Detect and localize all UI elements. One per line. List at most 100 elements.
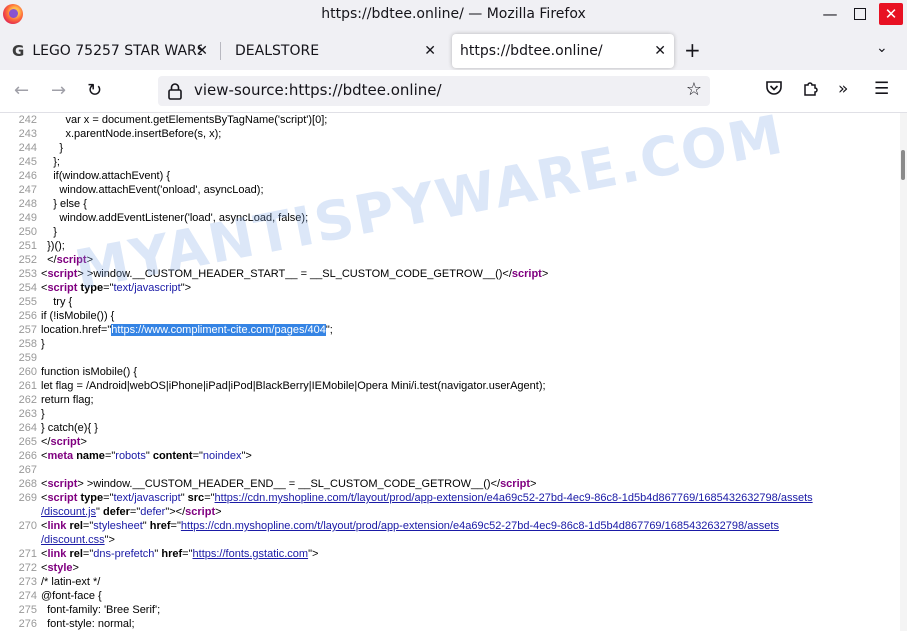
line-number: 261 (18, 380, 37, 392)
source-line: 271 <link rel="dns-prefetch" href="https:… (0, 547, 319, 561)
tag-name: script (47, 492, 78, 504)
source-line: 267 (0, 463, 41, 477)
more-tools-chevrons-icon[interactable]: » (838, 79, 848, 99)
attr-value: stylesheet (93, 520, 143, 532)
list-all-tabs-chevron-icon[interactable]: ⌄ (876, 40, 888, 56)
line-number: 245 (18, 156, 37, 168)
bookmark-star-icon[interactable]: ☆ (686, 79, 702, 100)
tag-name: script (56, 254, 87, 266)
source-link: https://cdn.myshopline.com/t/layout/prod… (214, 492, 813, 504)
attr-value: defer (140, 506, 166, 518)
tag-name: meta (47, 450, 74, 462)
line-number: 264 (18, 422, 37, 434)
google-g-icon: G (12, 42, 25, 60)
url-text[interactable]: view-source:https://bdtee.online/ (194, 81, 442, 99)
tab-label: LEGO 75257 STAR WARS (32, 43, 203, 59)
source-line: 274 @font-face { (0, 589, 102, 603)
source-line: 260 function isMobile() { (0, 365, 137, 379)
source-line: 270 <link rel="stylesheet" href="https://… (0, 519, 779, 533)
scrollbar-track[interactable] (900, 113, 907, 631)
pocket-icon[interactable] (765, 79, 783, 102)
line-number: 249 (18, 212, 37, 224)
source-line: 273/* latin-ext */ (0, 575, 101, 589)
line-number: 263 (18, 408, 37, 420)
tag-name: script (47, 478, 78, 490)
line-number: 271 (18, 548, 37, 560)
tag-name: link (47, 548, 67, 560)
line-number: 248 (18, 198, 37, 210)
tag-name: link (47, 520, 67, 532)
maximize-button[interactable] (849, 4, 871, 24)
attr-name: defer (103, 506, 130, 518)
line-number: 272 (18, 562, 37, 574)
line-number: 254 (18, 282, 37, 294)
source-link: https://cdn.myshopline.com/t/layout/prod… (180, 520, 779, 532)
attr-value: noindex (202, 450, 242, 462)
attr-name: content (152, 450, 193, 462)
line-number: 269 (18, 492, 37, 504)
source-line: 275 font-family: 'Bree Serif'; (0, 603, 161, 617)
attr-name: name (76, 450, 105, 462)
tab-label: https://bdtee.online/ (460, 43, 603, 59)
source-line: 264} catch(e){ } (0, 421, 98, 435)
back-arrow-icon[interactable]: ← (14, 80, 29, 101)
minimize-button[interactable]: — (819, 4, 841, 24)
attr-value: text/javascript (113, 492, 181, 504)
line-number: 251 (18, 240, 37, 252)
tab-dealstore[interactable]: DEALSTORE ✕ (224, 34, 444, 68)
reload-icon[interactable]: ↻ (87, 80, 102, 101)
line-number: 270 (18, 520, 37, 532)
source-line: 262 return flag; (0, 393, 94, 407)
hamburger-menu-icon[interactable]: ☰ (874, 79, 889, 99)
source-line: 249 window.addEventListener('load', asyn… (0, 211, 309, 225)
line-number: 247 (18, 184, 37, 196)
line-number: 257 (18, 324, 37, 336)
source-line: 256 if (!isMobile()) { (0, 309, 115, 323)
tag-name: script (185, 506, 216, 518)
new-tab-button[interactable]: + (684, 38, 701, 62)
line-number: 250 (18, 226, 37, 238)
line-number: 275 (18, 604, 37, 616)
source-line: 265 </script> (0, 435, 87, 449)
line-number: 268 (18, 478, 37, 490)
tag-name: style (47, 562, 73, 574)
source-line: 266 <meta name="robots" content="noindex"… (0, 449, 252, 463)
line-number: 256 (18, 310, 37, 322)
tag-name: script (50, 436, 81, 448)
source-line: 245 }; (0, 155, 60, 169)
source-line: 268 <script> >window.__CUSTOM_HEADER_END_… (0, 477, 537, 491)
forward-arrow-icon[interactable]: → (51, 80, 66, 101)
tab-lego[interactable]: G LEGO 75257 STAR WARS ✕ (4, 34, 216, 68)
line-number: 267 (18, 464, 37, 476)
lock-icon (168, 83, 182, 100)
source-line: 269 <script type="text/javascript" src="h… (0, 491, 813, 505)
attr-value: dns-prefetch (93, 548, 155, 560)
source-line: 246 if(window.attachEvent) { (0, 169, 170, 183)
line-number: 246 (18, 170, 37, 182)
source-line: /discount.js" defer="defer"></script> (41, 506, 222, 518)
attr-name: href (161, 548, 183, 560)
line-number: 255 (18, 296, 37, 308)
attr-name: rel (69, 520, 83, 532)
close-tab-icon[interactable]: ✕ (424, 43, 436, 59)
source-line: 261 let flag = /Android|webOS|iPhone|iPad… (0, 379, 546, 393)
attr-name: type (80, 492, 104, 504)
tag-name: script (500, 478, 531, 490)
tab-bdtee[interactable]: https://bdtee.online/ ✕ (452, 34, 674, 68)
scrollbar-thumb[interactable] (901, 150, 905, 180)
source-link: https://fonts.gstatic.com (192, 548, 309, 560)
line-number: 260 (18, 366, 37, 378)
source-line: 253 <script> >window.__CUSTOM_HEADER_STAR… (0, 267, 549, 281)
address-bar[interactable]: view-source:https://bdtee.online/ ☆ (158, 76, 710, 106)
line-number: 258 (18, 338, 37, 350)
close-window-button[interactable]: ✕ (879, 3, 903, 25)
line-number: 265 (18, 436, 37, 448)
source-line: 244 } (0, 141, 63, 155)
extensions-puzzle-icon[interactable] (802, 79, 820, 102)
source-line: 247 window.attachEvent('onload', asyncLo… (0, 183, 264, 197)
close-tab-icon[interactable]: ✕ (196, 43, 208, 59)
tab-separator (220, 42, 221, 60)
line-number: 262 (18, 394, 37, 406)
close-tab-icon[interactable]: ✕ (654, 43, 666, 59)
line-number: 259 (18, 352, 37, 364)
